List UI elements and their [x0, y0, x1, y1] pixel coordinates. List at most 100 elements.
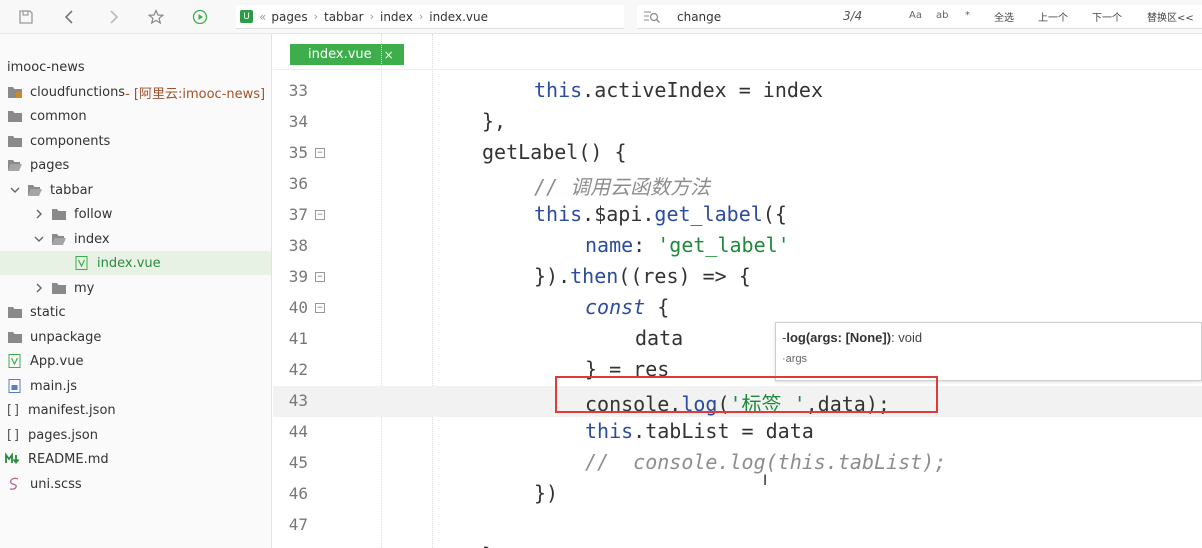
breadcrumb-prefix: «: [259, 9, 267, 24]
annotation-highlight-box: [555, 376, 938, 413]
code-line[interactable]: 44 this.tabList = data: [273, 417, 1202, 448]
tree-item-readme-md[interactable]: README.md: [0, 447, 271, 471]
code-line[interactable]: 45 // console.log(this.tabList);: [273, 448, 1202, 479]
tree-item-unpackage[interactable]: unpackage: [0, 325, 271, 349]
vue-file-icon: [74, 256, 90, 270]
code-line[interactable]: 37 − this.$api.get_label({: [273, 200, 1202, 231]
chevron-down-icon[interactable]: [9, 184, 21, 196]
code-token: name: [585, 233, 634, 257]
tree-item-static[interactable]: static: [0, 300, 271, 324]
project-root[interactable]: imooc-news: [0, 55, 271, 79]
code-token: then: [570, 264, 619, 288]
run-icon[interactable]: [191, 8, 209, 26]
breadcrumb-item-index[interactable]: index: [380, 10, 413, 24]
star-icon[interactable]: [147, 8, 165, 26]
back-icon[interactable]: [61, 8, 79, 26]
breadcrumb-item-tabbar[interactable]: tabbar: [324, 10, 364, 24]
folder-icon: [51, 207, 67, 221]
code-line[interactable]: 39 − }).then((res) => {: [273, 262, 1202, 293]
replace-toggle-button[interactable]: 替换区<<: [1147, 9, 1194, 24]
select-all-button[interactable]: 全选: [994, 9, 1014, 24]
code-line[interactable]: 36 // 调用云函数方法: [273, 169, 1202, 200]
line-number: 34: [288, 112, 308, 131]
breadcrumb-item-pages[interactable]: pages: [271, 10, 307, 24]
tooltip-signature: -log(args: [None]): void: [782, 330, 923, 345]
code-line[interactable]: 35 − getLabel() {: [273, 138, 1202, 169]
tree-item-cloudfunctions[interactable]: cloudfunctions - [阿里云:imooc-news]: [0, 80, 271, 104]
match-case-toggle[interactable]: Aa: [909, 10, 922, 21]
tree-item-label: pages.json: [28, 427, 98, 443]
code-line[interactable]: 33 this.activeIndex = index: [273, 76, 1202, 107]
js-file-icon: [7, 379, 23, 393]
code-line[interactable]: 48 }: [273, 541, 1202, 548]
code-line[interactable]: 40 − const {: [273, 293, 1202, 324]
code-token: .tabList = data: [633, 419, 814, 443]
tree-item-uni-scss[interactable]: uni.scss: [0, 472, 271, 496]
line-number: 45: [288, 453, 308, 472]
fold-icon[interactable]: −: [315, 148, 325, 158]
code-token: :: [633, 233, 658, 257]
tree-item-app-vue[interactable]: App.vue: [0, 349, 271, 373]
tree-item-pages-json[interactable]: [] pages.json: [0, 423, 271, 447]
json-file-icon: []: [5, 427, 21, 443]
tab-index-vue[interactable]: index.vue ×: [290, 44, 404, 65]
tree-item-pages[interactable]: pages: [0, 153, 271, 177]
tree-item-label: tabbar: [50, 182, 93, 198]
breadcrumb: U « pages › tabbar › index › index.vue: [236, 5, 624, 29]
search-icon[interactable]: [643, 9, 661, 25]
next-match-button[interactable]: 下一个: [1092, 9, 1122, 24]
chevron-down-icon[interactable]: [33, 233, 45, 245]
previous-match-button[interactable]: 上一个: [1038, 9, 1068, 24]
tree-item-label: cloudfunctions: [30, 84, 126, 100]
forward-icon[interactable]: [104, 8, 122, 26]
close-icon[interactable]: ×: [384, 48, 394, 62]
regex-toggle[interactable]: *: [965, 10, 970, 21]
fold-icon[interactable]: −: [315, 272, 325, 282]
vue-file-icon: [7, 354, 23, 368]
fold-icon[interactable]: −: [315, 210, 325, 220]
tree-item-my[interactable]: my: [0, 276, 271, 300]
tree-item-tabbar[interactable]: tabbar: [0, 178, 271, 202]
tree-item-follow[interactable]: follow: [0, 202, 271, 226]
breadcrumb-item-file[interactable]: index.vue: [429, 10, 488, 24]
tree-item-label: common: [30, 108, 87, 124]
tree-item-label: unpackage: [30, 329, 102, 345]
line-number: 43: [288, 391, 308, 410]
code-comment: // console.log(this.tabList);: [585, 450, 947, 474]
fold-icon[interactable]: −: [315, 303, 325, 313]
line-number: 33: [288, 81, 308, 100]
code-line[interactable]: 46 }): [273, 479, 1202, 510]
tree-item-components[interactable]: components: [0, 129, 271, 153]
tooltip-arg: ·args: [782, 353, 808, 365]
tree-item-index[interactable]: index: [0, 227, 271, 251]
chevron-right-icon[interactable]: [33, 208, 45, 220]
json-file-icon: []: [5, 402, 21, 418]
line-number: 41: [288, 329, 308, 348]
tree-item-manifest-json[interactable]: [] manifest.json: [0, 398, 271, 422]
tree-item-main-js[interactable]: main.js: [0, 374, 271, 398]
code-line[interactable]: 47: [273, 510, 1202, 541]
tree-item-label: index: [74, 231, 110, 247]
tree-item-index-vue[interactable]: index.vue: [0, 251, 271, 275]
code-token: data: [635, 326, 684, 350]
code-line[interactable]: 34 },: [273, 107, 1202, 138]
folder-icon: [7, 330, 23, 344]
code-line[interactable]: 38 name: 'get_label': [273, 231, 1202, 262]
top-toolbar: U « pages › tabbar › index › index.vue c…: [0, 0, 1202, 34]
chevron-right-icon: ›: [369, 10, 374, 23]
save-icon[interactable]: [17, 8, 35, 26]
whole-word-toggle[interactable]: ab: [936, 10, 948, 21]
search-input[interactable]: change: [677, 10, 721, 24]
tree-item-label: static: [30, 304, 66, 320]
tree-item-label: uni.scss: [30, 476, 82, 492]
tree-item-common[interactable]: common: [0, 104, 271, 128]
tree-item-label: main.js: [30, 378, 77, 394]
find-bar: change 3/4 Aa ab * 全选 上一个 下一个 替换区<<: [637, 5, 1202, 29]
folder-icon: [7, 109, 23, 123]
folder-open-icon: [7, 158, 23, 172]
code-token: this: [534, 202, 583, 226]
chevron-right-icon[interactable]: [33, 282, 45, 294]
cloud-folder-icon: [7, 85, 23, 99]
folder-icon: [51, 281, 67, 295]
signature-tooltip: -log(args: [None]): void ·args: [775, 322, 1202, 381]
